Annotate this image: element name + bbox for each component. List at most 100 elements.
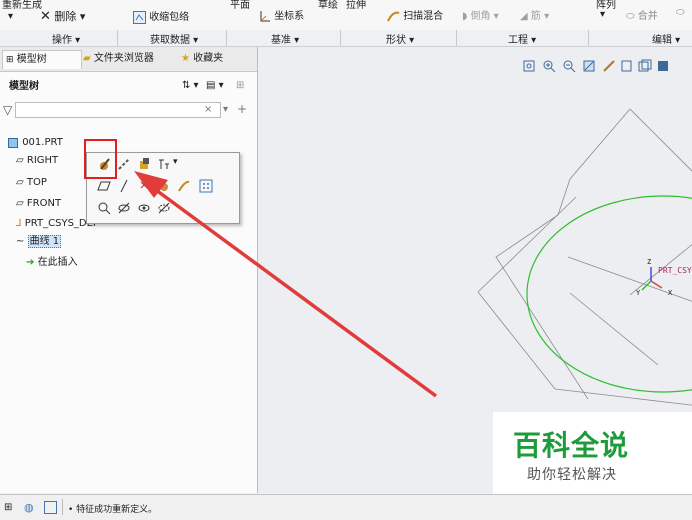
shrinkwrap-icon [133, 10, 146, 24]
tree-item-insert-here[interactable]: ➔ 在此插入 [26, 256, 78, 270]
datum-plane-edge [557, 108, 631, 216]
tree-item-label: FRONT [26, 198, 62, 209]
tree-item-front[interactable]: ▱ FRONT [16, 197, 61, 211]
datum-plane-edge [495, 214, 589, 400]
shrinkwrap-button[interactable]: 收缩包络 [133, 8, 189, 24]
tree-item-top[interactable]: ▱ TOP [16, 176, 47, 190]
shaded-solid-icon[interactable] [137, 157, 151, 171]
ribbon-group-row: 操作 ▾ 获取数据 ▾ 基准 ▾ 形状 ▾ 工程 ▾ 编辑 ▾ [0, 30, 692, 47]
add-filter-icon[interactable]: + [237, 102, 247, 116]
delete-x-icon: ✕ [40, 9, 51, 24]
status-bar: ⊞ ◍ • 特征成功重新定义。 [0, 494, 692, 520]
browser-toggle-icon[interactable]: ◍ [24, 501, 34, 514]
trim-icon[interactable]: ⬭ [676, 7, 685, 18]
pattern-dropdown-icon[interactable]: ▾ [600, 9, 605, 20]
tree-item-label: RIGHT [26, 155, 59, 166]
group-shapes[interactable]: 形状 ▾ [386, 31, 414, 46]
merge-button[interactable]: ⬭ 合并 [626, 7, 658, 22]
merge-label: 合并 [637, 11, 658, 22]
panel-header: 模型树 [9, 81, 39, 92]
tab-favorites[interactable]: ★ 收藏夹 [178, 50, 240, 68]
pattern-button[interactable]: 阵列 [596, 0, 616, 11]
sweep-blend-button[interactable]: 扫描混合 [387, 7, 443, 23]
merge-icon: ⬭ [626, 11, 635, 22]
show-icon[interactable] [137, 201, 151, 215]
datum-plane-icon: ▱ [16, 198, 24, 209]
axis-z-label: Z [647, 258, 652, 266]
regenerate-button[interactable]: 重新生成 [2, 0, 42, 11]
group-engineering[interactable]: 工程 ▾ [508, 31, 536, 46]
group-divider [588, 30, 589, 46]
sketch-button[interactable]: 草绘 [318, 0, 338, 11]
tree-item-label: 001.PRT [22, 137, 63, 148]
plane-button[interactable]: 平面 [230, 0, 250, 11]
group-divider [340, 30, 341, 46]
favorites-icon: ★ [181, 53, 190, 64]
filter-icon[interactable]: ▽ [3, 103, 12, 117]
clear-filter-icon[interactable]: × [204, 103, 212, 117]
part-icon [8, 137, 18, 148]
pattern-icon[interactable] [199, 179, 213, 193]
tree-filter-input[interactable] [15, 102, 221, 118]
more-dropdown-icon[interactable]: ▾ [173, 157, 187, 171]
tree-settings-icon[interactable]: ⇅ ▾ [182, 79, 199, 93]
tree-view-icon[interactable]: ⊞ [236, 79, 244, 93]
hide-icon[interactable] [117, 201, 131, 215]
tree-item-curve[interactable]: ∼ 曲线 1 [16, 235, 62, 249]
csys-icon [260, 10, 270, 21]
datum-plane-edge [567, 256, 692, 302]
rib-label: 筋 [530, 11, 541, 22]
round-button[interactable]: ◗ 倒角 ▾ [462, 7, 499, 22]
status-divider [62, 499, 63, 515]
csys-icon: ⅃ [16, 218, 22, 229]
ribbon: 重新生成 ▾ ✕ 删除 ▾ 收缩包络 平面 坐标系 草绘 拉伸 扫描混合 ◗ 倒… [0, 0, 692, 31]
delete-label: 删除 [54, 10, 77, 23]
filter-dropdown-icon[interactable]: ▾ [223, 103, 228, 117]
group-operations[interactable]: 操作 ▾ [52, 31, 80, 46]
axis-icon[interactable] [117, 179, 131, 193]
datum-plane-edge [477, 196, 577, 293]
tab-folder-browser[interactable]: ▰ 文件夹浏览器 [80, 50, 170, 68]
tab-model-tree[interactable]: ⊞ 模型树 [2, 50, 82, 69]
delete-button[interactable]: ✕ 删除 ▾ [40, 8, 85, 24]
folder-icon: ▰ [83, 53, 91, 64]
axis-x-label: X [668, 289, 673, 297]
model-tree-icon: ⊞ [6, 55, 14, 65]
curve-icon: ∼ [16, 236, 25, 247]
mini-toolbar-row-3 [90, 199, 236, 219]
tree-item-right[interactable]: ▱ RIGHT [16, 154, 58, 168]
zoom-to-selected-icon[interactable] [97, 201, 111, 215]
watermark-title: 百科全说 [513, 429, 630, 462]
sketch-icon[interactable] [157, 179, 171, 193]
hide-others-icon[interactable] [157, 201, 171, 215]
fullscreen-toggle-icon[interactable] [44, 501, 57, 514]
tree-columns-icon[interactable]: ▤ ▾ [206, 79, 224, 93]
datum-plane-edge [477, 291, 692, 406]
sweep-blend-label: 扫描混合 [403, 11, 444, 22]
point-icon[interactable] [137, 179, 151, 193]
group-get-data[interactable]: 获取数据 ▾ [150, 31, 198, 46]
regenerate-dropdown-icon[interactable]: ▾ [8, 11, 13, 22]
model-tree-panel: ⊞ 模型树 ▰ 文件夹浏览器 ★ 收藏夹 模型树 ⇅ ▾ ▤ ▾ ⊞ ▽ × ▾… [0, 47, 258, 493]
model-tree-toggle-icon[interactable]: ⊞ [4, 502, 12, 513]
csys-button[interactable]: 坐标系 [258, 7, 304, 23]
datum-filter-icon[interactable] [157, 157, 171, 171]
rib-button[interactable]: ◢ 筋 ▾ [520, 7, 549, 22]
group-datum[interactable]: 基准 ▾ [271, 31, 299, 46]
datum-plane-edge [629, 108, 692, 172]
shrinkwrap-label: 收缩包络 [149, 12, 190, 23]
edit-references-icon[interactable] [117, 157, 131, 171]
tree-item-label: 曲线 1 [27, 235, 62, 248]
tree-item-root[interactable]: 001.PRT [8, 136, 63, 150]
group-editing[interactable]: 编辑 ▾ [652, 31, 680, 46]
tree-item-label: 在此插入 [37, 257, 78, 268]
rib-icon: ◢ [520, 11, 528, 22]
sweep-icon[interactable] [177, 179, 191, 193]
datum-plane-icon: ▱ [16, 177, 24, 188]
mini-toolbar-row-2 [90, 177, 236, 197]
insert-arrow-icon: ➔ [26, 257, 35, 268]
round-icon: ◗ [462, 11, 468, 22]
extrude-button[interactable]: 拉伸 [346, 0, 366, 11]
watermark-subtitle: 助你轻松解决 [527, 467, 617, 483]
plane-icon[interactable] [97, 179, 111, 193]
